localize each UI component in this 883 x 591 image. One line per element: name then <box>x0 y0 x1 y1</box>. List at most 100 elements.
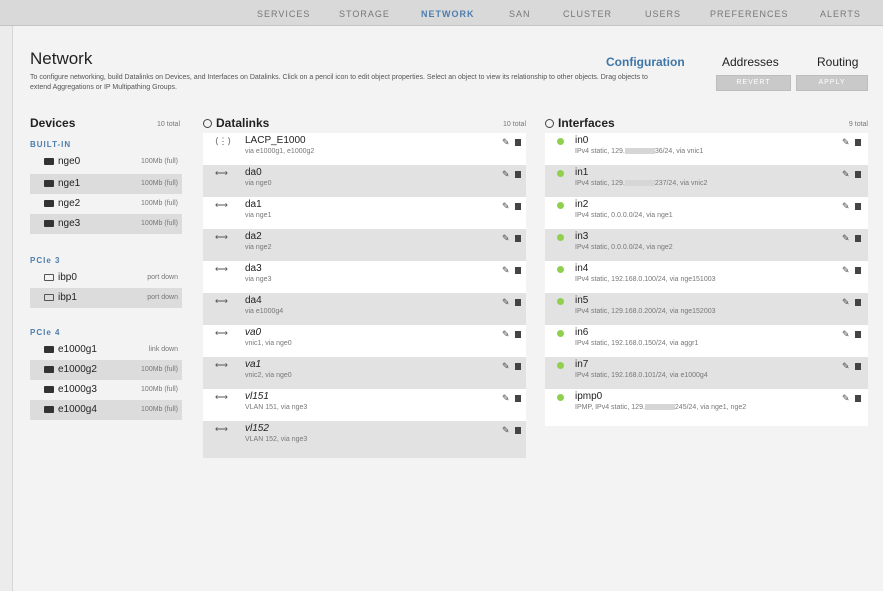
datalink-row[interactable]: ⟨⋮⟩ LACP_E1000 via e1000g1, e1000g2 ✎ <box>203 133 526 165</box>
datalink-name: LACP_E1000 <box>245 135 306 146</box>
nav-services[interactable]: SERVICES <box>257 9 310 19</box>
trash-icon[interactable] <box>855 203 861 210</box>
redacted-address <box>644 404 675 410</box>
trash-icon[interactable] <box>515 267 521 274</box>
nav-storage[interactable]: STORAGE <box>339 9 390 19</box>
pencil-icon[interactable]: ✎ <box>502 265 510 276</box>
trash-icon[interactable] <box>515 139 521 146</box>
tab-addresses[interactable]: Addresses <box>722 55 779 69</box>
device-status: 100Mb (full) <box>141 366 178 373</box>
device-row[interactable]: e1000g4 100Mb (full) <box>30 400 182 420</box>
device-row[interactable]: e1000g2 100Mb (full) <box>30 360 182 380</box>
add-circle-icon[interactable] <box>203 119 212 128</box>
pencil-icon[interactable]: ✎ <box>502 361 510 372</box>
pencil-icon[interactable]: ✎ <box>502 169 510 180</box>
trash-icon[interactable] <box>855 363 861 370</box>
pencil-icon[interactable]: ✎ <box>842 393 850 404</box>
nav-network[interactable]: NETWORK <box>421 9 475 19</box>
trash-icon[interactable] <box>515 235 521 242</box>
trash-icon[interactable] <box>515 395 521 402</box>
datalink-row[interactable]: ⟷ vl152 VLAN 152, via nge3 ✎ <box>203 421 526 458</box>
device-status: 100Mb (full) <box>141 406 178 413</box>
nav-users[interactable]: USERS <box>645 9 681 19</box>
interface-row[interactable]: in0 IPv4 static, 129. 36/24, via vnic1 ✎ <box>545 133 868 165</box>
pencil-icon[interactable]: ✎ <box>502 329 510 340</box>
pencil-icon[interactable]: ✎ <box>502 201 510 212</box>
datalink-row[interactable]: ⟷ da2 via nge2 ✎ <box>203 229 526 261</box>
device-status: port down <box>147 294 178 301</box>
pencil-icon[interactable]: ✎ <box>502 137 510 148</box>
trash-icon[interactable] <box>515 331 521 338</box>
trash-icon[interactable] <box>855 139 861 146</box>
trash-icon[interactable] <box>515 363 521 370</box>
device-row[interactable]: ibp1 port down <box>30 288 182 308</box>
nav-preferences[interactable]: PREFERENCES <box>710 9 789 19</box>
device-row[interactable]: ibp0 port down <box>30 268 182 288</box>
datalink-row[interactable]: ⟷ da0 via nge0 ✎ <box>203 165 526 197</box>
pencil-icon[interactable]: ✎ <box>842 297 850 308</box>
link-arrow-icon: ⟷ <box>215 392 228 402</box>
pencil-icon[interactable]: ✎ <box>842 169 850 180</box>
pencil-icon[interactable]: ✎ <box>502 425 510 436</box>
trash-icon[interactable] <box>515 427 521 434</box>
interface-row[interactable]: in5 IPv4 static, 129.168.0.200/24, via ng… <box>545 293 868 325</box>
device-name: nge2 <box>58 198 81 209</box>
add-circle-icon[interactable] <box>545 119 554 128</box>
section-pcie-4: PCIe 4 <box>30 328 61 337</box>
interface-row[interactable]: in2 IPv4 static, 0.0.0.0/24, via nge1 ✎ <box>545 197 868 229</box>
device-row[interactable]: nge2 100Mb (full) <box>30 194 182 214</box>
datalink-name: da0 <box>245 167 262 178</box>
pencil-icon[interactable]: ✎ <box>842 233 850 244</box>
interface-row[interactable]: in4 IPv4 static, 192.168.0.100/24, via ng… <box>545 261 868 293</box>
interface-detail: IPv4 static, 129.168.0.200/24, via nge15… <box>575 308 716 315</box>
trash-icon[interactable] <box>515 299 521 306</box>
pencil-icon[interactable]: ✎ <box>502 297 510 308</box>
device-name: e1000g4 <box>58 404 97 415</box>
trash-icon[interactable] <box>855 299 861 306</box>
device-row[interactable]: nge0 100Mb (full) <box>30 152 182 172</box>
datalink-row[interactable]: ⟷ va1 vnic2, via nge0 ✎ <box>203 357 526 389</box>
pencil-icon[interactable]: ✎ <box>842 201 850 212</box>
tab-configuration[interactable]: Configuration <box>606 55 685 69</box>
datalink-row[interactable]: ⟷ va0 vnic1, via nge0 ✎ <box>203 325 526 357</box>
tab-routing[interactable]: Routing <box>817 55 858 69</box>
pencil-icon[interactable]: ✎ <box>502 233 510 244</box>
pencil-icon[interactable]: ✎ <box>842 329 850 340</box>
nav-cluster[interactable]: CLUSTER <box>563 9 612 19</box>
interface-row[interactable]: ipmp0 IPMP, IPv4 static, 129. 245/24, via … <box>545 389 868 426</box>
datalink-via: VLAN 151, via nge3 <box>245 404 308 411</box>
nav-san[interactable]: SAN <box>509 9 531 19</box>
device-row[interactable]: nge1 100Mb (full) <box>30 174 182 194</box>
interface-row[interactable]: in1 IPv4 static, 129. 237/24, via vnic2 ✎ <box>545 165 868 197</box>
datalink-via: vnic1, via nge0 <box>245 340 292 347</box>
interface-row[interactable]: in6 IPv4 static, 192.168.0.150/24, via ag… <box>545 325 868 357</box>
status-dot-icon <box>557 170 564 177</box>
trash-icon[interactable] <box>515 171 521 178</box>
trash-icon[interactable] <box>855 331 861 338</box>
device-row[interactable]: nge3 100Mb (full) <box>30 214 182 234</box>
nav-alerts[interactable]: ALERTS <box>820 9 861 19</box>
pencil-icon[interactable]: ✎ <box>502 393 510 404</box>
datalink-row[interactable]: ⟷ da4 via e1000g4 ✎ <box>203 293 526 325</box>
datalinks-panel: ⟨⋮⟩ LACP_E1000 via e1000g1, e1000g2 ✎ ⟷ da0 v… <box>203 133 526 458</box>
datalink-name: vl151 <box>245 391 269 402</box>
interfaces-total: 9 total <box>848 121 868 128</box>
device-status: 100Mb (full) <box>141 220 178 227</box>
device-row[interactable]: e1000g1 link down <box>30 340 182 360</box>
trash-icon[interactable] <box>855 267 861 274</box>
apply-button[interactable]: APPLY <box>796 75 868 91</box>
interface-row[interactable]: in3 IPv4 static, 0.0.0.0/24, via nge2 ✎ <box>545 229 868 261</box>
datalink-row[interactable]: ⟷ vl151 VLAN 151, via nge3 ✎ <box>203 389 526 421</box>
datalink-row[interactable]: ⟷ da1 via nge1 ✎ <box>203 197 526 229</box>
pencil-icon[interactable]: ✎ <box>842 137 850 148</box>
datalink-row[interactable]: ⟷ da3 via nge3 ✎ <box>203 261 526 293</box>
pencil-icon[interactable]: ✎ <box>842 361 850 372</box>
device-row[interactable]: e1000g3 100Mb (full) <box>30 380 182 400</box>
interface-row[interactable]: in7 IPv4 static, 192.168.0.101/24, via e1… <box>545 357 868 389</box>
pencil-icon[interactable]: ✎ <box>842 265 850 276</box>
trash-icon[interactable] <box>855 171 861 178</box>
revert-button[interactable]: REVERT <box>716 75 791 91</box>
trash-icon[interactable] <box>515 203 521 210</box>
trash-icon[interactable] <box>855 395 861 402</box>
trash-icon[interactable] <box>855 235 861 242</box>
